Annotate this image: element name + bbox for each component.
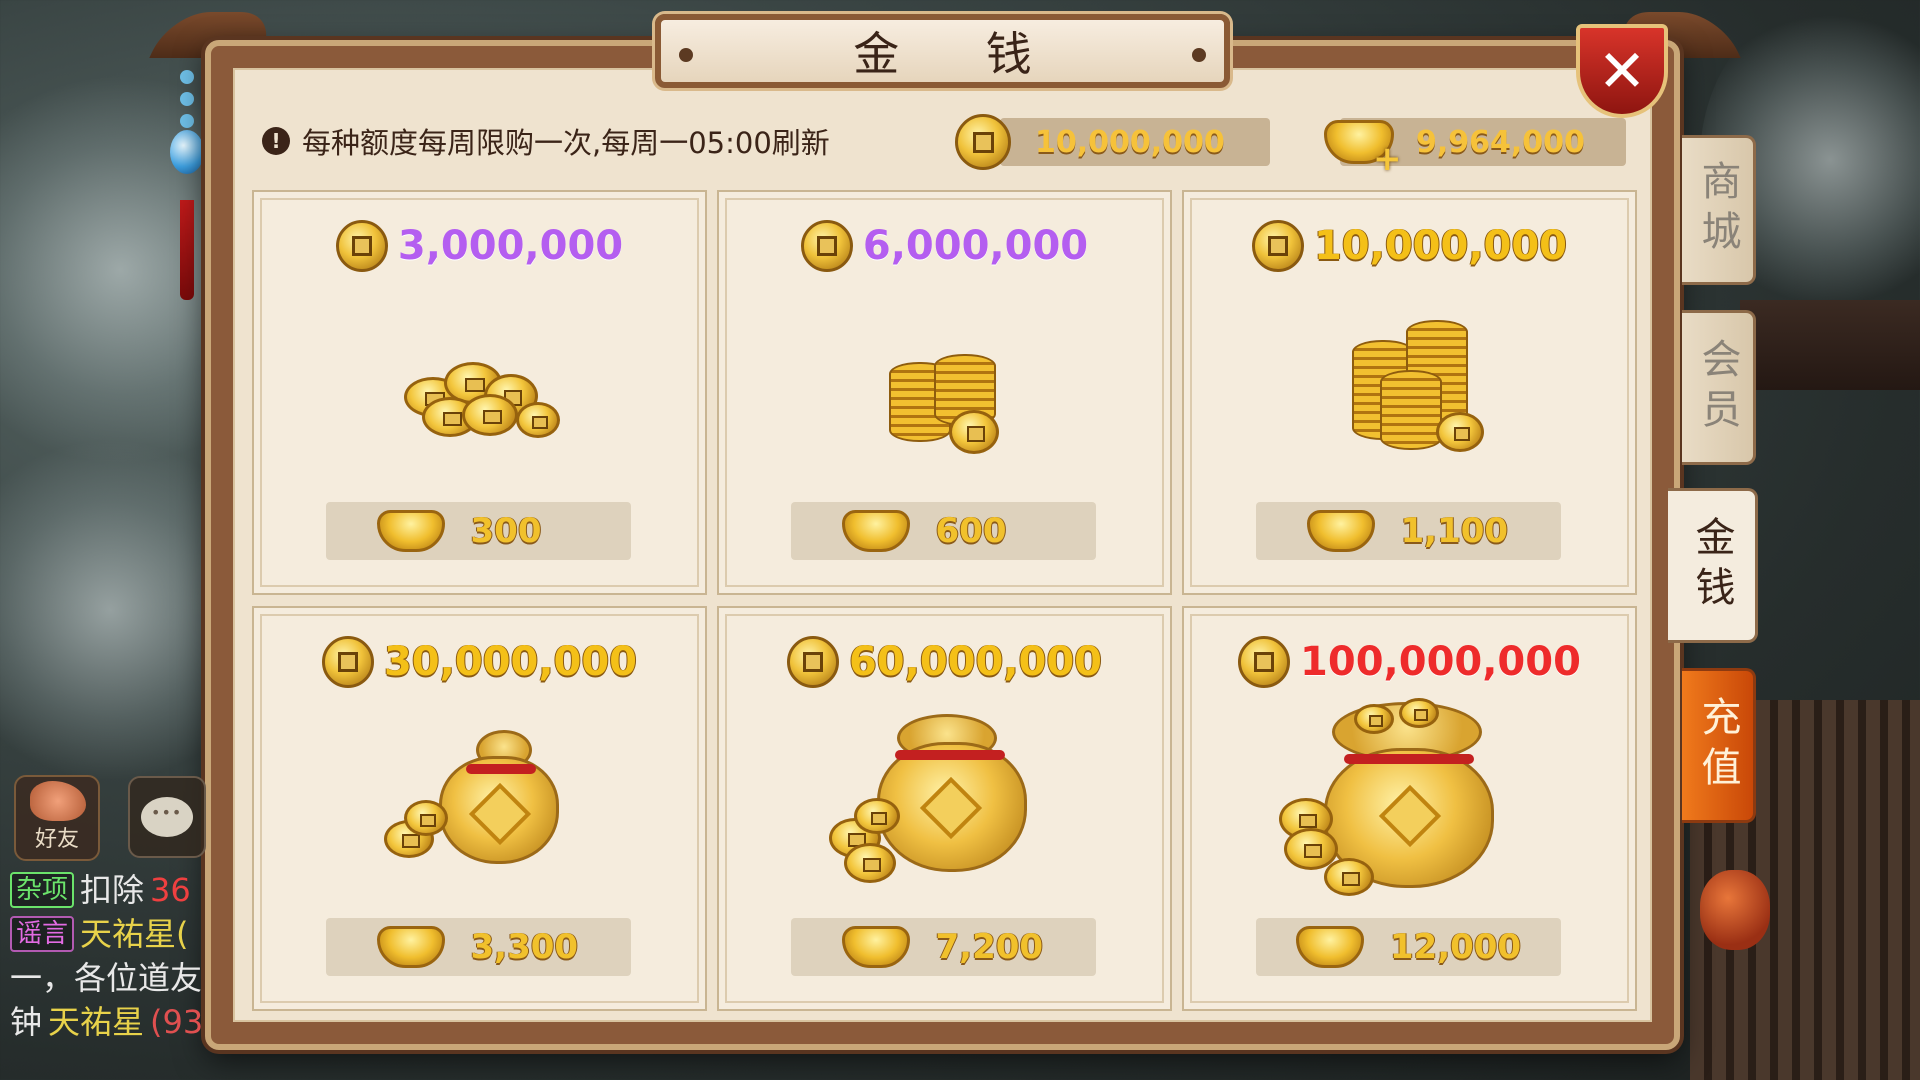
- money-bag-small-icon: [254, 708, 705, 908]
- package-card[interactable]: 6,000,000 600: [717, 190, 1172, 595]
- package-card[interactable]: 10,000,000 1,100: [1182, 190, 1637, 595]
- package-card[interactable]: 3,000,000 300: [252, 190, 707, 595]
- coin-stacks-icon: [719, 292, 1170, 492]
- coin-icon: [335, 220, 388, 272]
- chat-message: 杂项 扣除 36: [10, 868, 210, 912]
- package-cost: 1,100: [1256, 502, 1561, 560]
- background-lantern: [1700, 870, 1770, 950]
- chat-log[interactable]: 杂项 扣除 36 谣言 天祐星( 一，各位道友 钟天祐星 (93: [10, 868, 210, 1044]
- coin-amount-text: 30,000,000: [383, 639, 638, 685]
- package-coin-amount: 30,000,000: [254, 636, 705, 688]
- package-coin-amount: 3,000,000: [254, 220, 705, 272]
- chat-bubble-icon: [141, 797, 193, 837]
- chat-button[interactable]: [128, 776, 206, 858]
- money-bag-medium-icon: [719, 708, 1170, 908]
- notice-text: 每种额度每周限购一次,每周一05:00刷新: [302, 126, 830, 160]
- background-roof: [1740, 300, 1920, 390]
- coin-amount-text: 6,000,000: [862, 223, 1089, 269]
- chat-text: 天祐星(: [80, 915, 189, 953]
- package-coin-amount: 100,000,000: [1184, 636, 1635, 688]
- chat-number: (93: [150, 1003, 204, 1041]
- chat-text: 扣除: [80, 871, 145, 909]
- cost-text: 600: [935, 511, 1007, 551]
- package-coin-amount: 10,000,000: [1184, 220, 1635, 272]
- coin-amount-text: 100,000,000: [1300, 639, 1581, 685]
- chat-message: 一，各位道友: [10, 956, 210, 1000]
- tab-label: 会员: [1694, 337, 1741, 438]
- tab-shop[interactable]: 商城: [1682, 135, 1756, 285]
- coin-amount-text: 10,000,000: [1313, 223, 1568, 269]
- purchase-limit-notice: ! 每种额度每周限购一次,每周一05:00刷新: [262, 120, 830, 162]
- package-card[interactable]: 100,000,000 12,000: [1182, 606, 1637, 1011]
- ingot-icon: [841, 510, 910, 552]
- ingot-icon: [841, 926, 910, 968]
- package-coin-amount: 60,000,000: [719, 636, 1170, 688]
- friends-label: 好友: [34, 827, 79, 852]
- chat-number: 36: [150, 871, 191, 909]
- chat-text: 一，各位道友: [10, 959, 203, 997]
- cost-text: 1,100: [1400, 511, 1509, 551]
- chat-channel-tag: 谣言: [10, 916, 75, 952]
- coin-amount-text: 60,000,000: [848, 639, 1103, 685]
- coin-icon: [800, 220, 853, 272]
- ingot-add-icon[interactable]: +: [1324, 120, 1402, 179]
- title-ornament-dot: [679, 48, 693, 62]
- package-coin-amount: 6,000,000: [719, 220, 1170, 272]
- tab-money[interactable]: 金钱: [1668, 488, 1758, 643]
- tab-membership[interactable]: 会员: [1682, 310, 1756, 465]
- coin-icon: [1238, 636, 1291, 688]
- cost-text: 3,300: [470, 927, 579, 967]
- ingot-icon: [1295, 926, 1364, 968]
- cost-text: 300: [470, 511, 542, 551]
- coin-icon: [786, 636, 839, 688]
- cost-text: 7,200: [935, 927, 1044, 967]
- package-cost: 7,200: [791, 918, 1096, 976]
- title-ornament-dot: [1192, 48, 1206, 62]
- ingot-balance: + 9,964,000: [1324, 118, 1626, 179]
- coin-stacks-large-icon: [1184, 292, 1635, 492]
- package-card[interactable]: 60,000,000 7,200: [717, 606, 1172, 1011]
- tab-label: 商城: [1694, 160, 1741, 260]
- coin-icon: [1251, 220, 1304, 272]
- coin-icon: [955, 114, 1011, 170]
- close-icon: ✕: [1597, 37, 1647, 105]
- dialog-title-plate: 金 钱: [655, 14, 1230, 88]
- exclamation-icon: !: [262, 127, 290, 155]
- chat-message: 钟天祐星 (93: [10, 1000, 210, 1044]
- pendant-ornament: [170, 70, 204, 300]
- coin-balance: 10,000,000: [955, 114, 1270, 170]
- package-cost: 3,300: [326, 918, 631, 976]
- coins-small-icon: [254, 292, 705, 492]
- money-bag-large-icon: [1184, 698, 1635, 908]
- ingot-icon: [1306, 510, 1375, 552]
- chat-text: 钟: [10, 1003, 43, 1041]
- ingot-icon: [376, 926, 445, 968]
- tab-label: 充值: [1694, 695, 1741, 796]
- package-card[interactable]: 30,000,000 3,300: [252, 606, 707, 1011]
- friends-button[interactable]: 好友: [14, 775, 100, 861]
- dialog-title: 金 钱: [853, 27, 1068, 81]
- package-cost: 12,000: [1256, 918, 1561, 976]
- coin-icon: [321, 636, 374, 688]
- cost-text: 12,000: [1389, 927, 1522, 967]
- chat-player-name: 天祐星: [48, 1003, 145, 1041]
- package-grid: 3,000,000 300 6,000,000 600 10,000,000 1…: [252, 190, 1637, 1016]
- chat-channel-tag: 杂项: [10, 872, 75, 908]
- tab-label: 金钱: [1688, 515, 1735, 616]
- tab-recharge[interactable]: 充值: [1682, 668, 1756, 823]
- chat-message: 谣言 天祐星(: [10, 912, 210, 956]
- ingot-icon: [376, 510, 445, 552]
- close-button[interactable]: ✕: [1576, 24, 1668, 118]
- handshake-icon: [30, 781, 86, 821]
- package-cost: 300: [326, 502, 631, 560]
- package-cost: 600: [791, 502, 1096, 560]
- coin-balance-value: 10,000,000: [1035, 124, 1225, 160]
- coin-amount-text: 3,000,000: [397, 223, 624, 269]
